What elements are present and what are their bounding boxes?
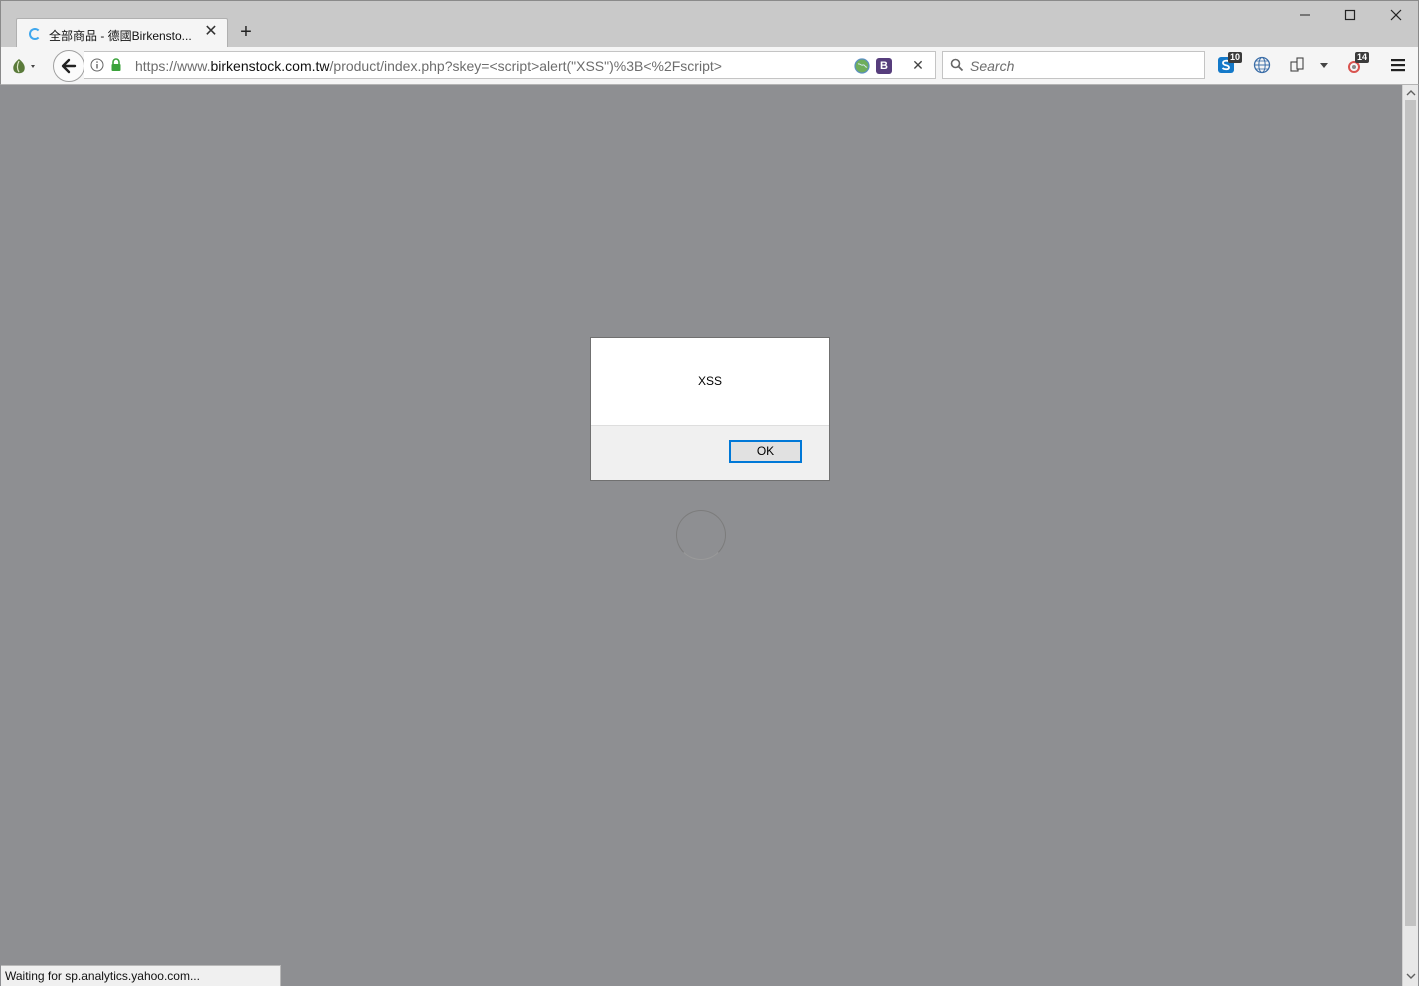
search-bar[interactable]: Search: [942, 51, 1205, 79]
new-tab-button[interactable]: +: [235, 21, 257, 43]
skype-badge: 10: [1228, 52, 1243, 63]
minimize-icon: [1300, 14, 1310, 16]
url-host: birkenstock.com.tw: [210, 58, 330, 74]
status-bar: Waiting for sp.analytics.yahoo.com...: [1, 965, 281, 986]
loading-throbber-icon: [29, 28, 41, 40]
arrow-left-icon: [61, 58, 77, 74]
vertical-scrollbar[interactable]: [1402, 85, 1418, 986]
addon-badge: 14: [1355, 52, 1370, 63]
loading-spinner-icon: [676, 510, 726, 560]
stop-loading-button[interactable]: ✕: [910, 56, 926, 74]
search-icon: [950, 58, 964, 72]
info-icon[interactable]: [90, 58, 104, 72]
skype-extension-button[interactable]: 10: [1215, 52, 1243, 78]
bootstrap-extension-icon[interactable]: B: [876, 58, 892, 74]
tab-close-icon[interactable]: ✕: [203, 24, 219, 40]
back-button[interactable]: [53, 50, 85, 82]
bulb-logo-icon: [13, 59, 35, 74]
overflow-dropdown-button[interactable]: [1317, 58, 1331, 72]
url-path: /product/index.php?skey=<script>alert("X…: [329, 58, 722, 74]
ok-button[interactable]: OK: [729, 440, 802, 463]
devices-icon: [1290, 57, 1304, 72]
window-close-button[interactable]: [1386, 7, 1406, 27]
globe-extension-icon[interactable]: [854, 58, 870, 74]
url-prefix: https://www.: [135, 58, 211, 74]
send-to-device-button[interactable]: [1288, 56, 1308, 74]
maximize-icon: [1344, 9, 1356, 21]
search-input[interactable]: Search: [970, 58, 1014, 74]
url-text[interactable]: https://www.birkenstock.com.tw/product/i…: [135, 58, 722, 74]
browser-menu-launcher[interactable]: [10, 57, 40, 75]
url-bar[interactable]: https://www.birkenstock.com.tw/product/i…: [84, 51, 936, 79]
alert-message: XSS: [697, 374, 722, 388]
title-bar: 全部商品 - 德國Birkensto... ✕ +: [0, 0, 1419, 48]
navigation-toolbar: https://www.birkenstock.com.tw/product/i…: [0, 47, 1419, 85]
maximize-button[interactable]: [1340, 7, 1360, 27]
hamburger-menu-button[interactable]: [1389, 56, 1407, 74]
alert-footer: OK: [591, 425, 829, 480]
close-icon: [1390, 9, 1402, 21]
minimize-button[interactable]: [1295, 7, 1315, 27]
alert-dialog: XSS OK: [590, 337, 830, 481]
hamburger-menu-icon: [1391, 59, 1405, 72]
scroll-up-arrow-icon[interactable]: [1405, 87, 1417, 99]
scroll-down-arrow-icon[interactable]: [1405, 970, 1417, 982]
scrollbar-thumb[interactable]: [1405, 100, 1416, 926]
addon-extension-button[interactable]: 14: [1345, 51, 1375, 79]
lock-icon[interactable]: [110, 58, 122, 72]
tab-active[interactable]: 全部商品 - 德國Birkensto... ✕: [16, 18, 228, 48]
tab-title: 全部商品 - 德國Birkensto...: [49, 29, 192, 43]
chevron-down-icon: [1320, 63, 1328, 68]
language-extension-button[interactable]: [1253, 56, 1271, 74]
globe-icon: [1253, 56, 1271, 74]
